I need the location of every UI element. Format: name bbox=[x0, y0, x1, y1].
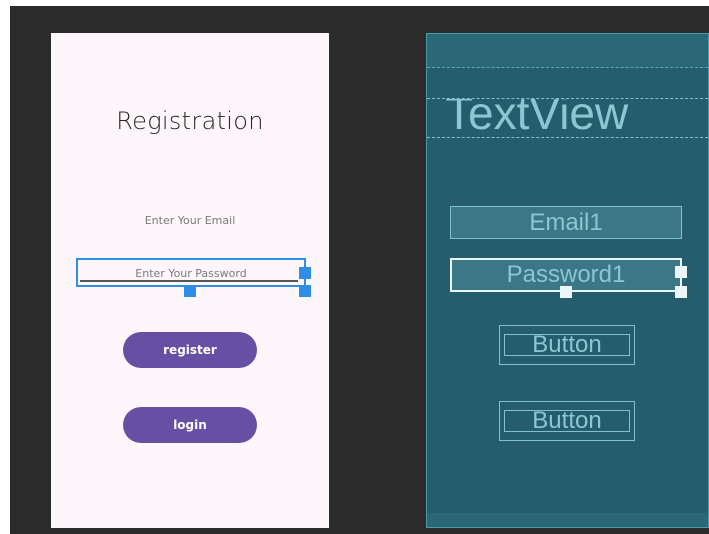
blueprint-nav-bar bbox=[427, 513, 708, 527]
blueprint-button-2-label: Button bbox=[532, 407, 602, 434]
email-field[interactable]: Enter Your Email bbox=[51, 214, 329, 227]
blueprint-email-label: Email1 bbox=[529, 208, 603, 236]
registration-title[interactable]: Registration bbox=[51, 107, 329, 135]
blueprint-resize-handle-right[interactable] bbox=[675, 266, 687, 278]
password-field[interactable]: Enter Your Password bbox=[76, 258, 306, 287]
blueprint-view[interactable]: TextView Email1 Password1 Button Button bbox=[426, 33, 709, 528]
blueprint-textview-label: TextView bbox=[445, 98, 629, 138]
resize-handle-bottom[interactable] bbox=[184, 285, 196, 297]
password-underline bbox=[80, 280, 298, 282]
blueprint-button-1-label: Button bbox=[532, 331, 602, 358]
resize-handle-bottom-right[interactable] bbox=[299, 285, 311, 297]
blueprint-email-field[interactable]: Email1 bbox=[450, 206, 682, 239]
blueprint-resize-handle-bottom-right[interactable] bbox=[675, 286, 687, 298]
blueprint-app-bar bbox=[427, 34, 708, 68]
resize-handle-right[interactable] bbox=[299, 267, 311, 279]
password-hint: Enter Your Password bbox=[135, 267, 247, 280]
register-button[interactable]: register bbox=[123, 332, 257, 368]
blueprint-button-1[interactable]: Button bbox=[499, 325, 635, 365]
blueprint-password-label: Password1 bbox=[506, 261, 626, 288]
login-button[interactable]: login bbox=[123, 407, 257, 443]
blueprint-button-2[interactable]: Button bbox=[499, 401, 635, 441]
blueprint-resize-handle-bottom[interactable] bbox=[560, 286, 572, 298]
blueprint-textview[interactable]: TextView bbox=[427, 98, 708, 138]
design-view[interactable]: Registration Enter Your Email Enter Your… bbox=[51, 33, 329, 528]
